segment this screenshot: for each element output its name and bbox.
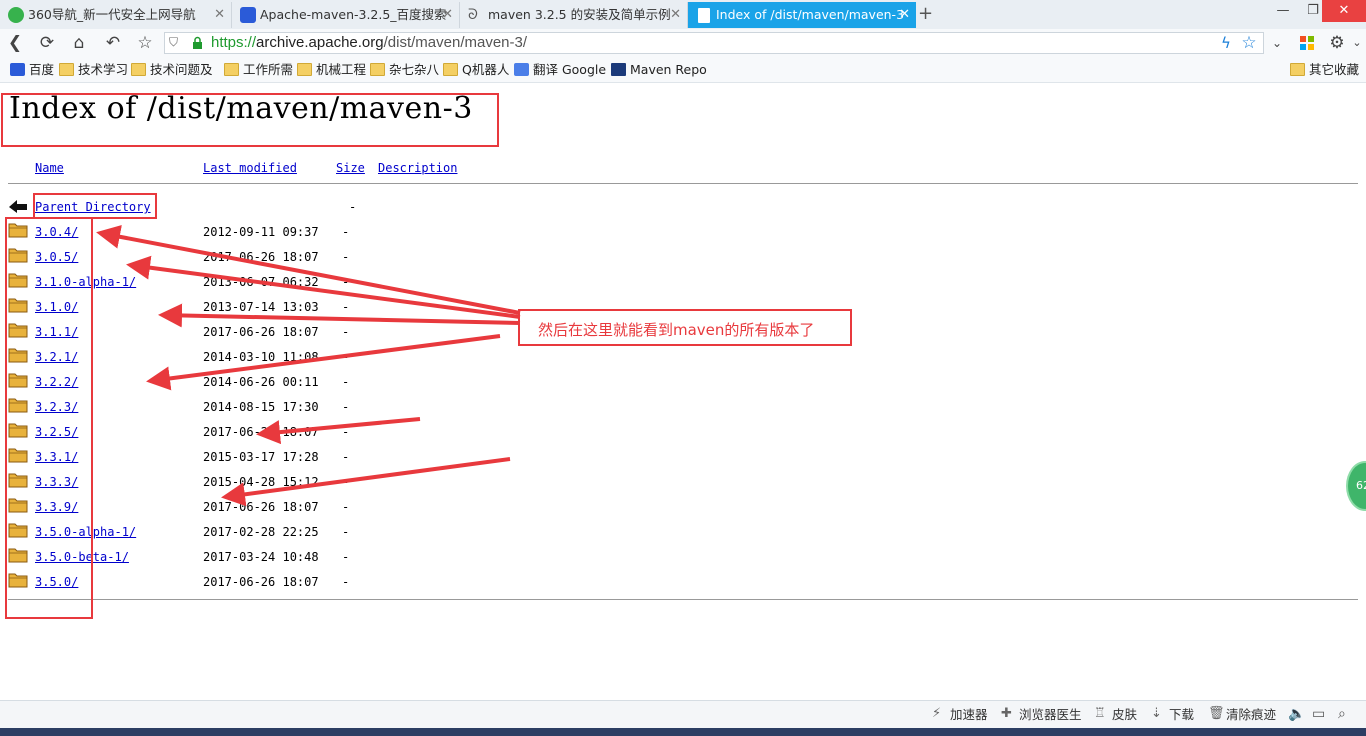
page-icon: [698, 8, 710, 23]
status-label: 下载: [1169, 707, 1195, 722]
bookmark-label: Q机器人: [462, 62, 510, 77]
lock-icon: [193, 36, 202, 49]
download-button[interactable]: ⇣ 下载: [1151, 706, 1194, 723]
bookmark-label: 工作所需: [243, 62, 294, 77]
clear-traces-button[interactable]: 🗑 清除痕迹: [1208, 706, 1276, 723]
arrow: [96, 224, 521, 315]
tab-maven-index[interactable]: Index of /dist/maven/maven-3 ✕: [688, 2, 916, 28]
download-arrow-icon: ⇣: [1151, 706, 1162, 721]
zoom-icon[interactable]: ⌕: [1338, 706, 1346, 722]
favorite-star-button[interactable]: ☆: [134, 32, 156, 54]
360-logo-icon: [8, 7, 24, 23]
folder-icon: [131, 63, 146, 76]
page-content: Index of /dist/maven/maven-3 Name Last m…: [0, 83, 1366, 700]
trash-icon: 🗑: [1208, 706, 1225, 721]
undo-close-button[interactable]: ↶: [102, 32, 124, 54]
shield-icon: ⛉: [169, 35, 179, 49]
shirt-icon: ♖: [1094, 706, 1106, 721]
status-label: 清除痕迹: [1226, 707, 1277, 722]
folder-icon: [443, 63, 458, 76]
chevron-down-icon[interactable]: ⌄: [1266, 32, 1288, 54]
navigation-bar: ❮ ⟳ ⌂ ↶ ☆ ⛉ https://archive.apache.org/d…: [0, 29, 1366, 59]
back-button[interactable]: ❮: [4, 32, 26, 54]
bookmark-folder[interactable]: 工作所需: [224, 61, 293, 79]
arrow: [256, 417, 421, 445]
bookmark-maven-repo[interactable]: Maven Repo: [611, 61, 707, 79]
url-host: archive.apache.org: [256, 34, 384, 51]
folder-icon: [224, 63, 239, 76]
folder-icon: [297, 63, 312, 76]
bookmark-label: 百度: [29, 62, 55, 77]
browser-doctor-button[interactable]: ✚ 浏览器医生: [1001, 706, 1082, 723]
bookmark-google-translate[interactable]: 翻译 Google: [514, 61, 606, 79]
tab-title: Apache-maven-3.2.5_百度搜索: [260, 7, 447, 22]
chevron-down-icon[interactable]: ⌄: [1346, 32, 1366, 54]
tab-title: maven 3.2.5 的安装及简单示例: [488, 7, 671, 22]
arrow: [158, 303, 521, 328]
bookmark-label: 技术学习: [78, 62, 129, 77]
bookmark-label: 杂七杂八: [389, 62, 440, 77]
folder-icon: [59, 63, 74, 76]
arrow: [146, 334, 501, 391]
tab-strip: 360导航_新一代安全上网导航 ✕ Apache-maven-3.2.5_百度搜…: [0, 0, 1366, 30]
url-text[interactable]: https://archive.apache.org/dist/maven/ma…: [211, 34, 527, 51]
bookmark-star-icon[interactable]: ☆: [1238, 32, 1260, 54]
status-label: 皮肤: [1112, 707, 1138, 722]
close-window-button[interactable]: ✕: [1322, 0, 1366, 22]
status-label: 浏览器医生: [1019, 707, 1082, 722]
folder-icon: [370, 63, 385, 76]
bookmark-baidu[interactable]: 百度: [10, 61, 54, 79]
bookmark-label: 其它收藏: [1309, 62, 1360, 77]
tab-title: Index of /dist/maven/maven-3: [716, 7, 905, 22]
site-logo-icon: ᘐ: [468, 7, 478, 23]
bookmark-label: Maven Repo: [630, 62, 707, 77]
screen-icon[interactable]: ▭: [1312, 706, 1325, 722]
bookmark-folder[interactable]: 机械工程: [297, 61, 366, 79]
bookmark-folder[interactable]: Q机器人: [443, 61, 509, 79]
apps-grid-icon[interactable]: [1296, 32, 1318, 54]
url-path: /dist/maven/maven-3/: [383, 34, 528, 51]
url-scheme: https://: [211, 34, 257, 51]
close-tab-icon[interactable]: ✕: [670, 2, 681, 28]
bookmark-folder[interactable]: 杂七杂八: [370, 61, 439, 79]
folder-icon: [1290, 63, 1305, 76]
tab-baidu[interactable]: Apache-maven-3.2.5_百度搜索 ✕: [232, 2, 460, 28]
os-taskbar: [0, 728, 1366, 736]
bookmark-label: 技术问题及: [150, 62, 213, 77]
minimize-button[interactable]: —: [1268, 0, 1298, 22]
bookmark-folder[interactable]: 技术学习: [59, 61, 128, 79]
accelerator-icon: ⚡: [932, 706, 942, 721]
home-button[interactable]: ⌂: [68, 32, 90, 54]
tab-title: 360导航_新一代安全上网导航: [28, 7, 196, 22]
bookmark-folder[interactable]: 技术问题及: [131, 61, 213, 79]
annotation-arrows: [96, 224, 521, 507]
bookmark-label: 机械工程: [316, 62, 367, 77]
bookmark-other[interactable]: 其它收藏: [1290, 61, 1359, 79]
baidu-paw-icon: [10, 63, 25, 76]
translate-icon: [514, 63, 529, 76]
status-label: 加速器: [950, 707, 988, 722]
lightning-icon[interactable]: ϟ: [1215, 32, 1237, 54]
tab-maven-article[interactable]: ᘐ maven 3.2.5 的安装及简单示例 ✕: [460, 2, 688, 28]
arrow: [126, 255, 521, 319]
volume-icon[interactable]: 🔈: [1288, 706, 1305, 722]
close-tab-icon[interactable]: ✕: [214, 2, 225, 28]
gear-icon[interactable]: ⚙: [1326, 32, 1348, 54]
mvn-logo-icon: [611, 63, 626, 76]
close-tab-icon[interactable]: ✕: [899, 2, 910, 28]
address-bar[interactable]: ⛉ https://archive.apache.org/dist/maven/…: [164, 32, 1264, 54]
close-tab-icon[interactable]: ✕: [442, 2, 453, 28]
bookmark-label: 翻译 Google: [533, 62, 607, 77]
accelerator-button[interactable]: ⚡ 加速器: [932, 706, 988, 723]
arrow: [221, 457, 511, 507]
refresh-button[interactable]: ⟳: [36, 32, 58, 54]
bookmarks-bar: 百度 技术学习 技术问题及 工作所需 机械工程 杂七杂八 Q机器人 翻译 Goo…: [0, 58, 1366, 83]
new-tab-button[interactable]: +: [918, 4, 933, 24]
baidu-paw-icon: [240, 7, 256, 23]
tab-360[interactable]: 360导航_新一代安全上网导航 ✕: [0, 2, 232, 28]
status-bar: ⚡ 加速器 ✚ 浏览器医生 ♖ 皮肤 ⇣ 下载 🗑 清除痕迹 🔈 ▭ ⌕: [0, 700, 1366, 729]
skin-button[interactable]: ♖ 皮肤: [1094, 706, 1137, 723]
doctor-bag-icon: ✚: [1001, 706, 1012, 721]
